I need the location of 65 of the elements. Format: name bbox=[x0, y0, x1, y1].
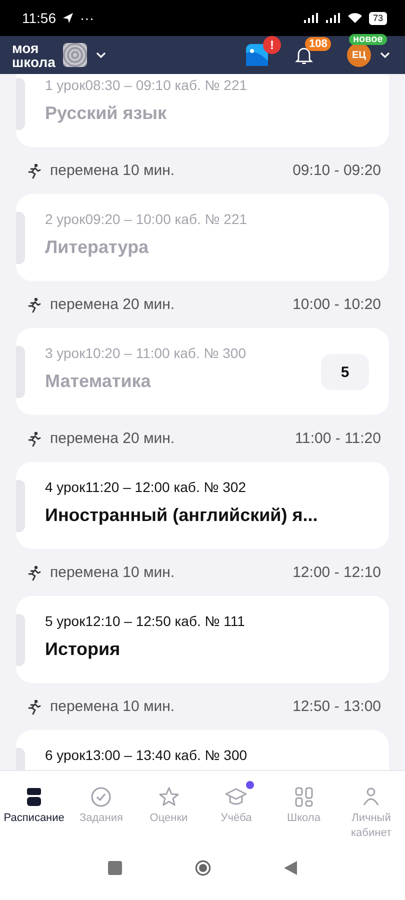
break-label: перемена 20 мин. bbox=[50, 430, 176, 447]
chevron-down-icon[interactable] bbox=[95, 51, 108, 59]
lesson-time: 5 урок12:10 – 12:50 каб. № 111 bbox=[45, 613, 246, 629]
alert-badge: ! bbox=[263, 36, 281, 54]
home-circle-icon[interactable] bbox=[194, 860, 210, 876]
check-circle-icon bbox=[89, 785, 114, 809]
lesson-card[interactable]: 6 урок13:00 – 13:40 каб. № 300 bbox=[16, 730, 389, 770]
notification-count: 108 bbox=[305, 37, 332, 51]
new-badge: новое bbox=[349, 34, 387, 45]
school-emblem-icon bbox=[63, 43, 88, 67]
app-logo: моя школа bbox=[12, 41, 56, 69]
lesson-subject: Математика bbox=[45, 371, 152, 392]
break-label: перемена 20 мин. bbox=[50, 296, 176, 313]
running-person-icon bbox=[26, 430, 42, 446]
lesson-card[interactable]: 5 урок12:10 – 12:50 каб. № 111 История bbox=[16, 596, 389, 683]
lesson-subject: Литература bbox=[45, 237, 150, 258]
break-label: перемена 10 мин. bbox=[50, 162, 176, 179]
lesson-card[interactable]: 2 урок09:20 – 10:00 каб. № 221 Литература bbox=[16, 194, 389, 281]
lesson-card[interactable]: 3 урок10:20 – 11:00 каб. № 300 Математика 5 bbox=[16, 328, 389, 415]
lesson-subject: Русский язык bbox=[45, 103, 168, 124]
nav-tab[interactable]: Оценки bbox=[135, 785, 202, 845]
back-triangle-icon[interactable] bbox=[282, 860, 298, 876]
running-person-icon bbox=[26, 698, 42, 714]
break-time: 09:10 - 09:20 bbox=[292, 162, 381, 179]
lesson-subject: История bbox=[45, 639, 122, 660]
card-stripe bbox=[16, 346, 25, 398]
card-stripe bbox=[16, 614, 25, 666]
break-time: 12:50 - 13:00 bbox=[292, 698, 381, 715]
lesson-time: 1 урок08:30 – 09:10 каб. № 221 bbox=[45, 77, 248, 93]
lesson-card[interactable]: 1 урок08:30 – 09:10 каб. № 221 Русский язык bbox=[16, 74, 389, 147]
wifi-icon bbox=[346, 12, 363, 24]
nav-tab[interactable]: Задания bbox=[68, 785, 135, 845]
break-time: 10:00 - 10:20 bbox=[292, 296, 381, 313]
nav-tab[interactable]: Школа bbox=[270, 785, 338, 845]
lesson-time: 2 урок09:20 – 10:00 каб. № 221 bbox=[45, 211, 248, 227]
chevron-down-icon[interactable] bbox=[379, 51, 391, 59]
signal-icon bbox=[302, 12, 319, 24]
card-stripe bbox=[16, 480, 25, 532]
lesson-subject: Иностранный (английский) я... bbox=[45, 505, 319, 526]
signal-icon bbox=[324, 12, 341, 24]
running-person-icon bbox=[26, 162, 42, 178]
status-dots: ··· bbox=[80, 10, 94, 26]
lesson-time: 4 урок11:20 – 12:00 каб. № 302 bbox=[45, 479, 247, 495]
battery-icon: 73 bbox=[368, 12, 387, 24]
running-person-icon bbox=[26, 564, 42, 580]
send-icon bbox=[62, 12, 74, 24]
break-label: перемена 10 мин. bbox=[50, 698, 176, 715]
lesson-card[interactable]: 4 урок11:20 – 12:00 каб. № 302 Иностранный (английский) я... bbox=[16, 462, 389, 549]
running-person-icon bbox=[26, 296, 42, 312]
star-icon bbox=[156, 785, 181, 809]
nav-tab[interactable]: Расписание bbox=[0, 785, 68, 845]
avatar[interactable]: ЕЦ bbox=[347, 43, 371, 67]
lesson-time: 3 урок10:20 – 11:00 каб. № 300 bbox=[45, 345, 247, 361]
break-time: 12:00 - 12:10 bbox=[292, 564, 381, 581]
nav-tab[interactable]: Личный кабинет bbox=[338, 785, 405, 845]
break-time: 11:00 - 11:20 bbox=[294, 430, 381, 447]
break-label: перемена 10 мин. bbox=[50, 564, 176, 581]
status-time: 11:56 bbox=[22, 10, 56, 26]
nav-tab[interactable]: Учёба bbox=[202, 785, 270, 845]
square-icon[interactable] bbox=[106, 860, 122, 876]
grade-mark: 5 bbox=[321, 354, 369, 390]
lesson-time: 6 урок13:00 – 13:40 каб. № 300 bbox=[45, 747, 248, 763]
app-tile-icon[interactable] bbox=[245, 43, 269, 67]
card-stripe bbox=[16, 212, 25, 264]
card-stripe bbox=[16, 78, 25, 130]
